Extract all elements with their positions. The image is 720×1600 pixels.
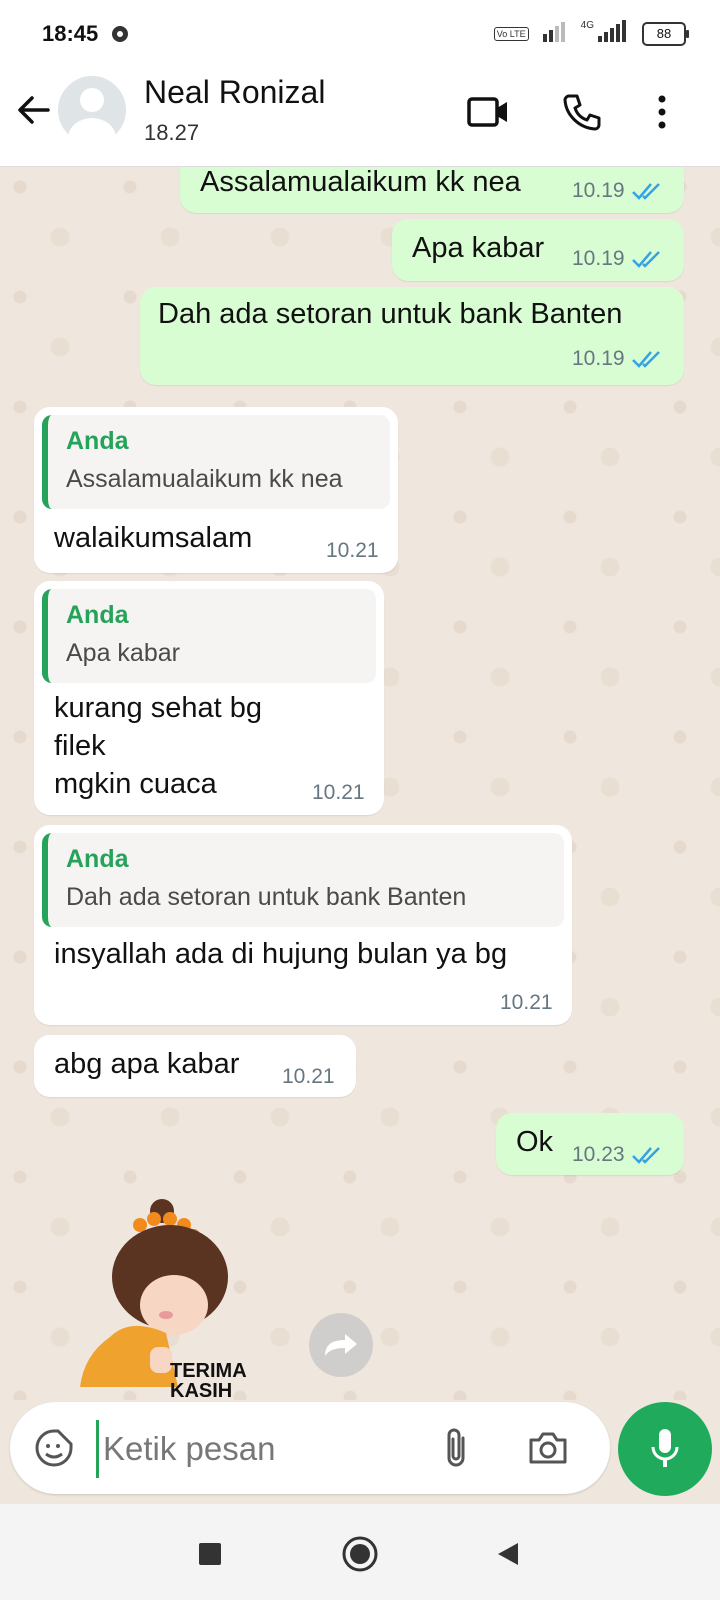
message-meta: 10.19	[572, 347, 665, 371]
sticker-icon[interactable]	[30, 1424, 78, 1472]
message-time: 10.23	[572, 1143, 625, 1166]
contact-avatar[interactable]	[58, 76, 126, 144]
read-ticks-icon	[631, 183, 660, 200]
message-time: 10.21	[326, 539, 379, 562]
avatar-head-shape	[80, 88, 104, 112]
quote-author: Anda	[66, 601, 129, 629]
message-text: insyallah ada di hujung bulan ya bg	[54, 938, 508, 970]
quote-text: Dah ada setoran untuk bank Banten	[66, 883, 467, 911]
message-meta: 10.21	[326, 539, 379, 563]
volte-icon: Vo LTE	[493, 26, 529, 41]
message-time: 10.19	[572, 179, 625, 202]
message-bubble-incoming[interactable]: abg apa kabar 10.21	[34, 1035, 356, 1097]
network-type-label: 4G	[580, 20, 594, 31]
message-bubble-outgoing[interactable]: Ok 10.23	[496, 1113, 684, 1175]
message-time: 10.21	[312, 781, 365, 804]
read-ticks-icon	[631, 1147, 660, 1164]
message-meta: 10.19	[572, 179, 665, 203]
chat-header: Neal Ronizal 18.27	[0, 66, 720, 167]
message-text: Dah ada setoran untuk bank Banten	[158, 298, 623, 330]
message-meta: 10.21	[500, 991, 553, 1015]
message-text: walaikumsalam	[54, 522, 253, 554]
message-time: 10.21	[500, 991, 553, 1014]
status-time: 18:45	[42, 21, 99, 46]
signal-icon-2	[596, 20, 630, 47]
read-ticks-icon	[631, 251, 660, 268]
message-meta: 10.21	[312, 781, 365, 805]
battery-icon: 88	[642, 21, 689, 46]
message-text: abg apa kabar	[54, 1048, 240, 1080]
message-time: 10.19	[572, 347, 625, 370]
microphone-icon	[651, 1429, 679, 1467]
forward-button[interactable]	[309, 1313, 373, 1377]
read-ticks-icon	[631, 351, 660, 368]
back-button-icon[interactable]	[488, 1534, 528, 1574]
recents-button-icon[interactable]	[190, 1534, 230, 1574]
message-time: 10.21	[282, 1065, 335, 1088]
message-text: Ok	[516, 1126, 554, 1158]
signal-icon-1	[541, 20, 569, 47]
message-bubble-incoming[interactable]: Anda Assalamualaikum kk nea walaikumsala…	[34, 407, 398, 573]
message-input[interactable]	[96, 1420, 435, 1478]
notification-icon	[110, 24, 132, 49]
message-bubble-outgoing[interactable]: Apa kabar 10.19	[392, 219, 684, 281]
voice-record-button[interactable]	[618, 1402, 712, 1496]
chat-area[interactable]: Assalamualaikum kk nea 10.19 Apa kabar 1…	[0, 167, 720, 1400]
quote-author: Anda	[66, 845, 129, 873]
reply-quote[interactable]: Anda Apa kabar	[42, 589, 376, 683]
message-bubble-outgoing[interactable]: Dah ada setoran untuk bank Banten 10.19	[140, 287, 684, 385]
message-meta: 10.23	[572, 1143, 665, 1167]
message-time: 10.19	[572, 247, 625, 270]
message-meta: 10.21	[282, 1065, 335, 1089]
quote-author: Anda	[66, 427, 129, 455]
reply-quote[interactable]: Anda Dah ada setoran untuk bank Banten	[42, 833, 564, 927]
camera-icon[interactable]	[524, 1424, 572, 1472]
avatar-body-shape	[68, 118, 116, 144]
message-text: Assalamualaikum kk nea	[200, 167, 521, 198]
last-seen: 18.27	[144, 120, 200, 145]
back-arrow-icon[interactable]	[14, 90, 54, 130]
status-bar: 18:45 Vo LTE 4G 88	[0, 0, 720, 66]
forward-arrow-icon	[325, 1334, 357, 1356]
message-bubble-outgoing[interactable]: Assalamualaikum kk nea 10.19	[180, 167, 684, 213]
sticker-terima-kasih[interactable]: TERIMA KASIH	[70, 1197, 260, 1400]
message-composer	[10, 1402, 610, 1494]
message-text: Apa kabar	[412, 232, 545, 264]
attach-icon[interactable]	[432, 1424, 480, 1472]
system-navigation-bar	[0, 1504, 720, 1600]
voice-call-icon[interactable]	[560, 90, 604, 134]
sticker-caption: TERIMA KASIH	[170, 1360, 247, 1400]
quote-text: Assalamualaikum kk nea	[66, 465, 343, 493]
message-bubble-incoming[interactable]: Anda Dah ada setoran untuk bank Banten i…	[34, 825, 572, 1025]
more-options-icon[interactable]	[640, 90, 684, 134]
message-bubble-incoming[interactable]: Anda Apa kabar kurang sehat bg filek mgk…	[34, 581, 384, 815]
message-text: kurang sehat bg filek mgkin cuaca	[54, 692, 262, 800]
message-meta: 10.19	[572, 247, 665, 271]
home-button-icon[interactable]	[340, 1534, 380, 1574]
video-call-icon[interactable]	[466, 90, 510, 134]
quote-text: Apa kabar	[66, 639, 180, 667]
reply-quote[interactable]: Anda Assalamualaikum kk nea	[42, 415, 390, 509]
contact-name[interactable]: Neal Ronizal	[144, 74, 325, 111]
